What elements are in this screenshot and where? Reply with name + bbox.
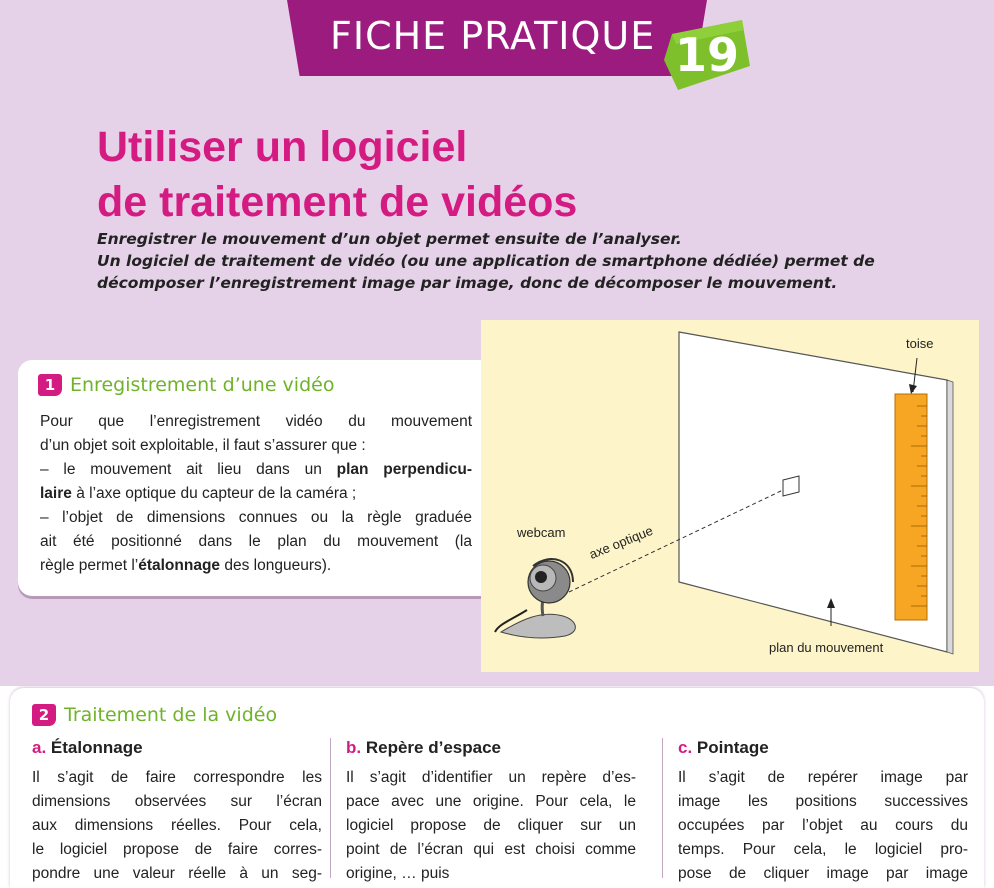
column-b-title: Repère d’espace — [365, 738, 501, 757]
webcam — [494, 558, 576, 639]
col-c-line-2: image les positions successives — [678, 793, 968, 810]
column-a-letter: a. — [32, 738, 47, 757]
s1-line-7: règle permet l’étalonnage des longueurs)… — [40, 554, 472, 578]
column-divider-2 — [662, 738, 663, 878]
column-c-heading: c. Pointage — [678, 738, 968, 758]
s1-line-2: d’un objet soit exploitable, il faut s’a… — [40, 437, 366, 454]
column-a-text: Il s’agit de faire correspondre les dime… — [32, 766, 322, 886]
column-repere: b. Repère d’espace Il s’agit d’identifie… — [346, 738, 636, 886]
s1-line-4: laire à l’axe optique du capteur de la c… — [40, 482, 472, 506]
col-c-line-4: temps. Pour cela, le logiciel pro- — [678, 841, 968, 858]
s1-line-3-bold: plan perpendicu- — [336, 461, 472, 478]
label-motion-plane: plan du mouvement — [769, 640, 884, 655]
label-toise: toise — [906, 336, 934, 351]
section-1-number: 1 — [38, 374, 62, 396]
sheet-number-badge: 19 — [664, 20, 750, 94]
col-a-line-2: dimensions observées sur l’écran — [32, 793, 322, 810]
title-line-1: Utiliser un logiciel — [97, 123, 468, 171]
title-line-2: de traitement de vidéos — [97, 178, 578, 226]
banner-title: FICHE PRATIQUE — [330, 14, 656, 58]
column-b-text: Il s’agit d’identifier un repère d’es- p… — [346, 766, 636, 886]
section-2-card: 2 Traitement de la vidéo a. Étalonnage I… — [10, 688, 984, 888]
col-b-line-3: logiciel propose de cliquer sur un — [346, 817, 636, 834]
column-c-text: Il s’agit de repérer image par image les… — [678, 766, 968, 886]
column-pointage: c. Pointage Il s’agit de repérer image p… — [678, 738, 968, 886]
col-a-line-4: le logiciel propose de faire corres- — [32, 841, 322, 858]
column-divider-1 — [330, 738, 331, 878]
column-c-title: Pointage — [696, 738, 769, 757]
intro-line-1: Enregistrer le mouvement d’un objet perm… — [97, 230, 682, 248]
col-a-line-3: aux dimensions réelles. Pour cela, — [32, 817, 322, 834]
intro-line-3: décomposer l’enregistrement image par im… — [97, 274, 838, 292]
column-a-heading: a. Étalonnage — [32, 738, 322, 758]
col-a-line-5: pondre une valeur réelle à un seg- — [32, 865, 322, 882]
section-1-card: 1 Enregistrement d’une vidéo Pour que l’… — [18, 360, 488, 596]
column-a-title: Étalonnage — [50, 738, 143, 757]
s1-line-7-bold: étalonnage — [138, 557, 221, 574]
s1-line-7-text: règle permet l’ — [40, 557, 139, 574]
label-webcam: webcam — [517, 525, 566, 540]
sheet-number: 19 — [674, 28, 739, 82]
col-b-line-5: origine, … puis — [346, 865, 450, 882]
s1-line-4-bold: laire — [40, 485, 72, 502]
section-1-heading: 1 Enregistrement d’une vidéo — [38, 374, 334, 396]
section-2-number: 2 — [32, 704, 56, 726]
col-b-line-2: pace avec une origine. Pour cela, le — [346, 793, 636, 810]
s1-line-1: Pour que l’enregistrement vidéo du mouve… — [40, 413, 472, 430]
section-2-title: Traitement de la vidéo — [64, 704, 278, 726]
section-1-title: Enregistrement d’une vidéo — [70, 374, 335, 396]
s1-line-3-text: – le mouvement ait lieu dans un — [40, 461, 337, 478]
s1-line-4-text: à l’axe optique du capteur de la caméra … — [71, 485, 357, 502]
col-b-line-4: point de l’écran qui est choisi comme — [346, 841, 636, 858]
column-b-heading: b. Repère d’espace — [346, 738, 636, 758]
page-title: Utiliser un logiciel de traitement de vi… — [97, 120, 797, 230]
col-c-line-1: Il s’agit de repérer image par — [678, 769, 968, 786]
s1-line-7-end: des longueurs). — [220, 557, 332, 574]
column-c-letter: c. — [678, 738, 693, 757]
intro-paragraph: Enregistrer le mouvement d’un objet perm… — [97, 228, 875, 294]
s1-line-6: ait été positionné dans le plan du mouve… — [40, 533, 472, 550]
s1-line-5: – l’objet de dimensions connues ou la rè… — [40, 509, 472, 526]
section-2-heading: 2 Traitement de la vidéo — [32, 704, 277, 726]
col-b-line-1: Il s’agit d’identifier un repère d’es- — [346, 769, 636, 786]
col-c-line-3: occupées par l’objet au cours du — [678, 817, 968, 834]
column-etalonnage: a. Étalonnage Il s’agit de faire corresp… — [32, 738, 322, 886]
column-b-letter: b. — [346, 738, 362, 757]
s1-line-3: – le mouvement ait lieu dans un plan per… — [40, 458, 472, 482]
section-1-text: Pour que l’enregistrement vidéo du mouve… — [40, 410, 472, 578]
col-a-line-1: Il s’agit de faire correspondre les — [32, 769, 322, 786]
plane-edge — [946, 379, 954, 655]
intro-line-2: Un logiciel de traitement de vidéo (ou u… — [97, 252, 875, 270]
col-c-line-5: pose de cliquer image par image — [678, 865, 968, 882]
setup-diagram: toise webcam axe optique plan du mouveme… — [481, 320, 979, 672]
